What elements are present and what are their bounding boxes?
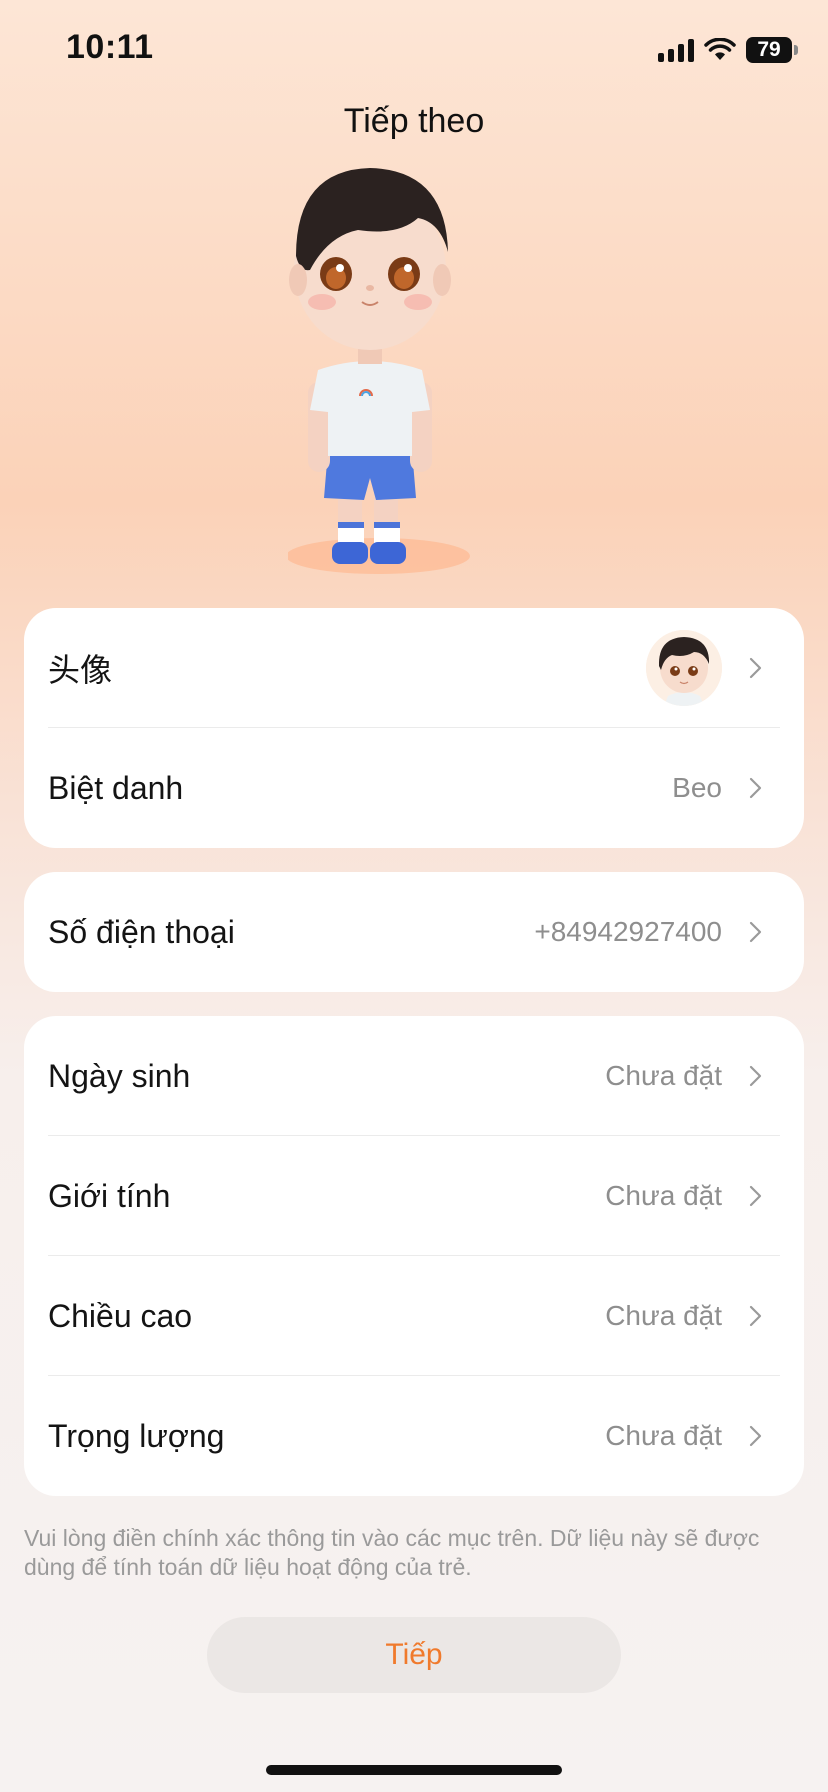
weight-row[interactable]: Trọng lượng Chưa đặt bbox=[24, 1376, 804, 1496]
height-row[interactable]: Chiều cao Chưa đặt bbox=[24, 1256, 804, 1376]
status-icons: 79 bbox=[658, 34, 798, 66]
battery-icon: 79 bbox=[746, 37, 798, 63]
profile-card: 头像 Biệt danh Beo bbox=[24, 608, 804, 848]
birthday-value: Chưa đặt bbox=[605, 1060, 722, 1091]
chevron-right-icon bbox=[746, 1185, 766, 1207]
phone-card: Số điện thoại +84942927400 bbox=[24, 872, 804, 992]
wifi-icon bbox=[704, 38, 736, 60]
gender-label: Giới tính bbox=[48, 1177, 171, 1214]
gender-value: Chưa đặt bbox=[605, 1180, 722, 1211]
chevron-right-icon bbox=[746, 1305, 766, 1327]
next-button[interactable]: Tiếp bbox=[207, 1617, 621, 1693]
signal-icon bbox=[658, 38, 694, 62]
chevron-right-icon bbox=[746, 777, 766, 799]
home-indicator bbox=[266, 1765, 562, 1775]
avatar bbox=[646, 630, 722, 706]
status-time: 10:11 bbox=[66, 28, 154, 66]
height-label: Chiều cao bbox=[48, 1297, 193, 1334]
phone-row[interactable]: Số điện thoại +84942927400 bbox=[24, 872, 804, 992]
avatar-row[interactable]: 头像 bbox=[24, 608, 804, 728]
height-value: Chưa đặt bbox=[605, 1300, 722, 1331]
chevron-right-icon bbox=[746, 1065, 766, 1087]
chevron-right-icon bbox=[746, 1425, 766, 1447]
avatar-label: 头像 bbox=[48, 652, 113, 688]
body-info-card: Ngày sinh Chưa đặt Giới tính Chưa đặt Ch… bbox=[24, 1016, 804, 1496]
page-title: Tiếp theo bbox=[343, 102, 485, 140]
chevron-right-icon bbox=[746, 921, 766, 943]
weight-label: Trọng lượng bbox=[48, 1417, 225, 1454]
nickname-label: Biệt danh bbox=[48, 769, 184, 806]
character-illustration bbox=[288, 168, 470, 574]
nickname-value: Beo bbox=[672, 772, 722, 803]
weight-value: Chưa đặt bbox=[605, 1420, 722, 1451]
chevron-right-icon bbox=[746, 657, 766, 679]
nickname-row[interactable]: Biệt danh Beo bbox=[24, 728, 804, 848]
birthday-label: Ngày sinh bbox=[48, 1057, 191, 1094]
info-note: Vui lòng điền chính xác thông tin vào cá… bbox=[24, 1525, 760, 1580]
birthday-row[interactable]: Ngày sinh Chưa đặt bbox=[24, 1016, 804, 1136]
phone-value: +84942927400 bbox=[534, 916, 722, 947]
gender-row[interactable]: Giới tính Chưa đặt bbox=[24, 1136, 804, 1256]
status-bar: 10:11 79 bbox=[0, 0, 828, 100]
phone-label: Số điện thoại bbox=[48, 913, 235, 950]
battery-level: 79 bbox=[757, 38, 781, 61]
